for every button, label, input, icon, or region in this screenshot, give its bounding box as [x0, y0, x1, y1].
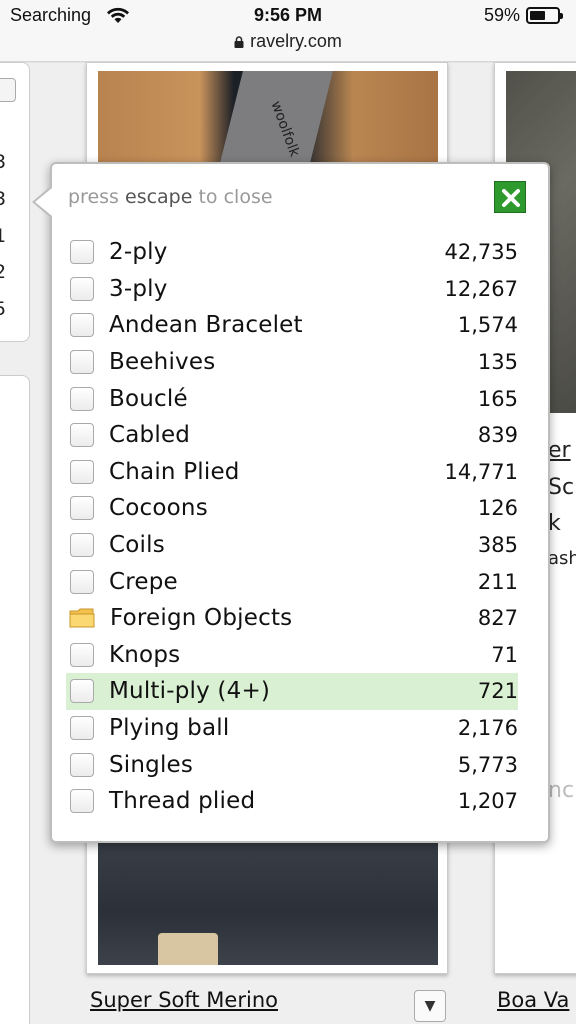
- option-count: 1,207: [457, 789, 518, 814]
- card-text-fragment: Sc: [548, 475, 575, 500]
- option-label: Crepe: [109, 568, 178, 595]
- checkbox-icon[interactable]: [70, 789, 94, 814]
- option-label: Cabled: [109, 422, 191, 449]
- option-label: Chain Plied: [109, 458, 240, 485]
- battery-level: [530, 11, 546, 20]
- checkbox-icon[interactable]: [70, 496, 94, 521]
- checkbox-icon[interactable]: [70, 752, 94, 777]
- plying-filter-popover: press escape to close 2-ply 42,735 3-ply 12…: [50, 162, 550, 843]
- card-text-fragment: ash: [548, 548, 576, 569]
- option-row[interactable]: Singles 5,773: [66, 746, 518, 783]
- hint-prefix: press: [68, 186, 119, 208]
- checkbox-icon[interactable]: [70, 240, 94, 265]
- option-row[interactable]: 3-ply 12,267: [66, 271, 518, 308]
- option-row[interactable]: Cocoons 126: [66, 490, 518, 527]
- left-filter-panel-lower: [0, 375, 30, 1024]
- option-row[interactable]: Thread plied 1,207: [66, 783, 518, 820]
- checkbox-icon[interactable]: [70, 642, 94, 667]
- left-panel-button[interactable]: [0, 78, 16, 102]
- side-count: 1: [0, 225, 7, 247]
- option-count: 135: [477, 350, 518, 375]
- checkbox-icon[interactable]: [70, 386, 94, 411]
- option-row[interactable]: Coils 385: [66, 527, 518, 564]
- option-label: 2-ply: [109, 239, 168, 266]
- option-count: 14,771: [444, 459, 518, 484]
- status-bar: Searching 9:56 PM 59% ravelry.com: [0, 0, 576, 62]
- battery-percent: 59%: [483, 5, 520, 25]
- option-label: Beehives: [109, 349, 216, 376]
- lock-icon: [234, 36, 244, 48]
- option-count: 385: [477, 533, 518, 558]
- close-hint: press escape to close: [68, 186, 273, 208]
- option-count: 211: [477, 569, 518, 594]
- yarn-label-tag: [158, 933, 218, 965]
- checkbox-icon[interactable]: [70, 350, 94, 375]
- checkbox-icon[interactable]: [70, 679, 94, 704]
- card-text-fragment: nc: [548, 778, 575, 803]
- option-count: 721: [477, 679, 518, 704]
- option-list: 2-ply 42,735 3-ply 12,267 Andean Bracelet 1,5…: [66, 234, 518, 820]
- checkbox-icon[interactable]: [70, 569, 94, 594]
- battery-icon: [526, 7, 563, 24]
- card-title-link[interactable]: Boa Va: [497, 988, 569, 1012]
- option-count: 839: [477, 423, 518, 448]
- url-text: ravelry.com: [250, 31, 342, 51]
- checkbox-icon[interactable]: [70, 533, 94, 558]
- option-row[interactable]: Beehives 135: [66, 344, 518, 381]
- side-count: 3: [0, 188, 7, 210]
- card-title-fragment[interactable]: er: [548, 438, 571, 463]
- yarn-photo[interactable]: [98, 835, 438, 965]
- close-x-icon: [502, 189, 520, 207]
- checkbox-icon[interactable]: [70, 276, 94, 301]
- side-count: 2: [0, 261, 7, 283]
- option-count: 12,267: [444, 276, 518, 301]
- option-row[interactable]: Cabled 839: [66, 417, 518, 454]
- option-row[interactable]: Chain Plied 14,771: [66, 454, 518, 491]
- option-row[interactable]: Crepe 211: [66, 563, 518, 600]
- option-label: Plying ball: [109, 715, 230, 742]
- option-count: 2,176: [457, 716, 518, 741]
- option-row[interactable]: Knops 71: [66, 637, 518, 674]
- option-label: Andean Bracelet: [109, 312, 303, 339]
- option-label: Bouclé: [109, 385, 188, 412]
- checkbox-icon[interactable]: [70, 313, 94, 338]
- option-count: 827: [477, 606, 518, 631]
- option-row[interactable]: 2-ply 42,735: [66, 234, 518, 271]
- side-count: 3: [0, 151, 7, 173]
- card-title-link[interactable]: Super Soft Merino: [90, 988, 278, 1012]
- option-count: 126: [477, 496, 518, 521]
- option-label: 3-ply: [109, 275, 168, 302]
- dropdown-arrow-button[interactable]: ▼: [414, 990, 446, 1022]
- option-row[interactable]: Bouclé 165: [66, 380, 518, 417]
- close-button[interactable]: [494, 181, 526, 213]
- option-row[interactable]: Multi-ply (4+) 721: [66, 673, 518, 710]
- option-count: 71: [491, 642, 518, 667]
- checkbox-icon[interactable]: [70, 423, 94, 448]
- option-label: Singles: [109, 751, 194, 778]
- option-label: Multi-ply (4+): [109, 678, 271, 705]
- side-count: 5: [0, 298, 7, 320]
- option-row[interactable]: Andean Bracelet 1,574: [66, 307, 518, 344]
- option-label: Foreign Objects: [110, 605, 293, 632]
- option-label: Thread plied: [109, 788, 256, 815]
- folder-icon[interactable]: [69, 607, 95, 629]
- option-label: Coils: [109, 532, 165, 559]
- option-count: 42,735: [444, 240, 518, 265]
- checkbox-icon[interactable]: [70, 459, 94, 484]
- hint-key: escape: [125, 186, 193, 208]
- popover-arrow-fill: [35, 188, 52, 216]
- option-label: Knops: [109, 641, 181, 668]
- hint-suffix: to close: [198, 186, 273, 208]
- option-row[interactable]: Plying ball 2,176: [66, 710, 518, 747]
- option-count: 5,773: [457, 752, 518, 777]
- option-row[interactable]: Foreign Objects 827: [66, 600, 518, 637]
- option-count: 1,574: [457, 313, 518, 338]
- option-count: 165: [477, 386, 518, 411]
- checkbox-icon[interactable]: [70, 716, 94, 741]
- address-bar[interactable]: ravelry.com: [0, 31, 576, 52]
- option-label: Cocoons: [109, 495, 208, 522]
